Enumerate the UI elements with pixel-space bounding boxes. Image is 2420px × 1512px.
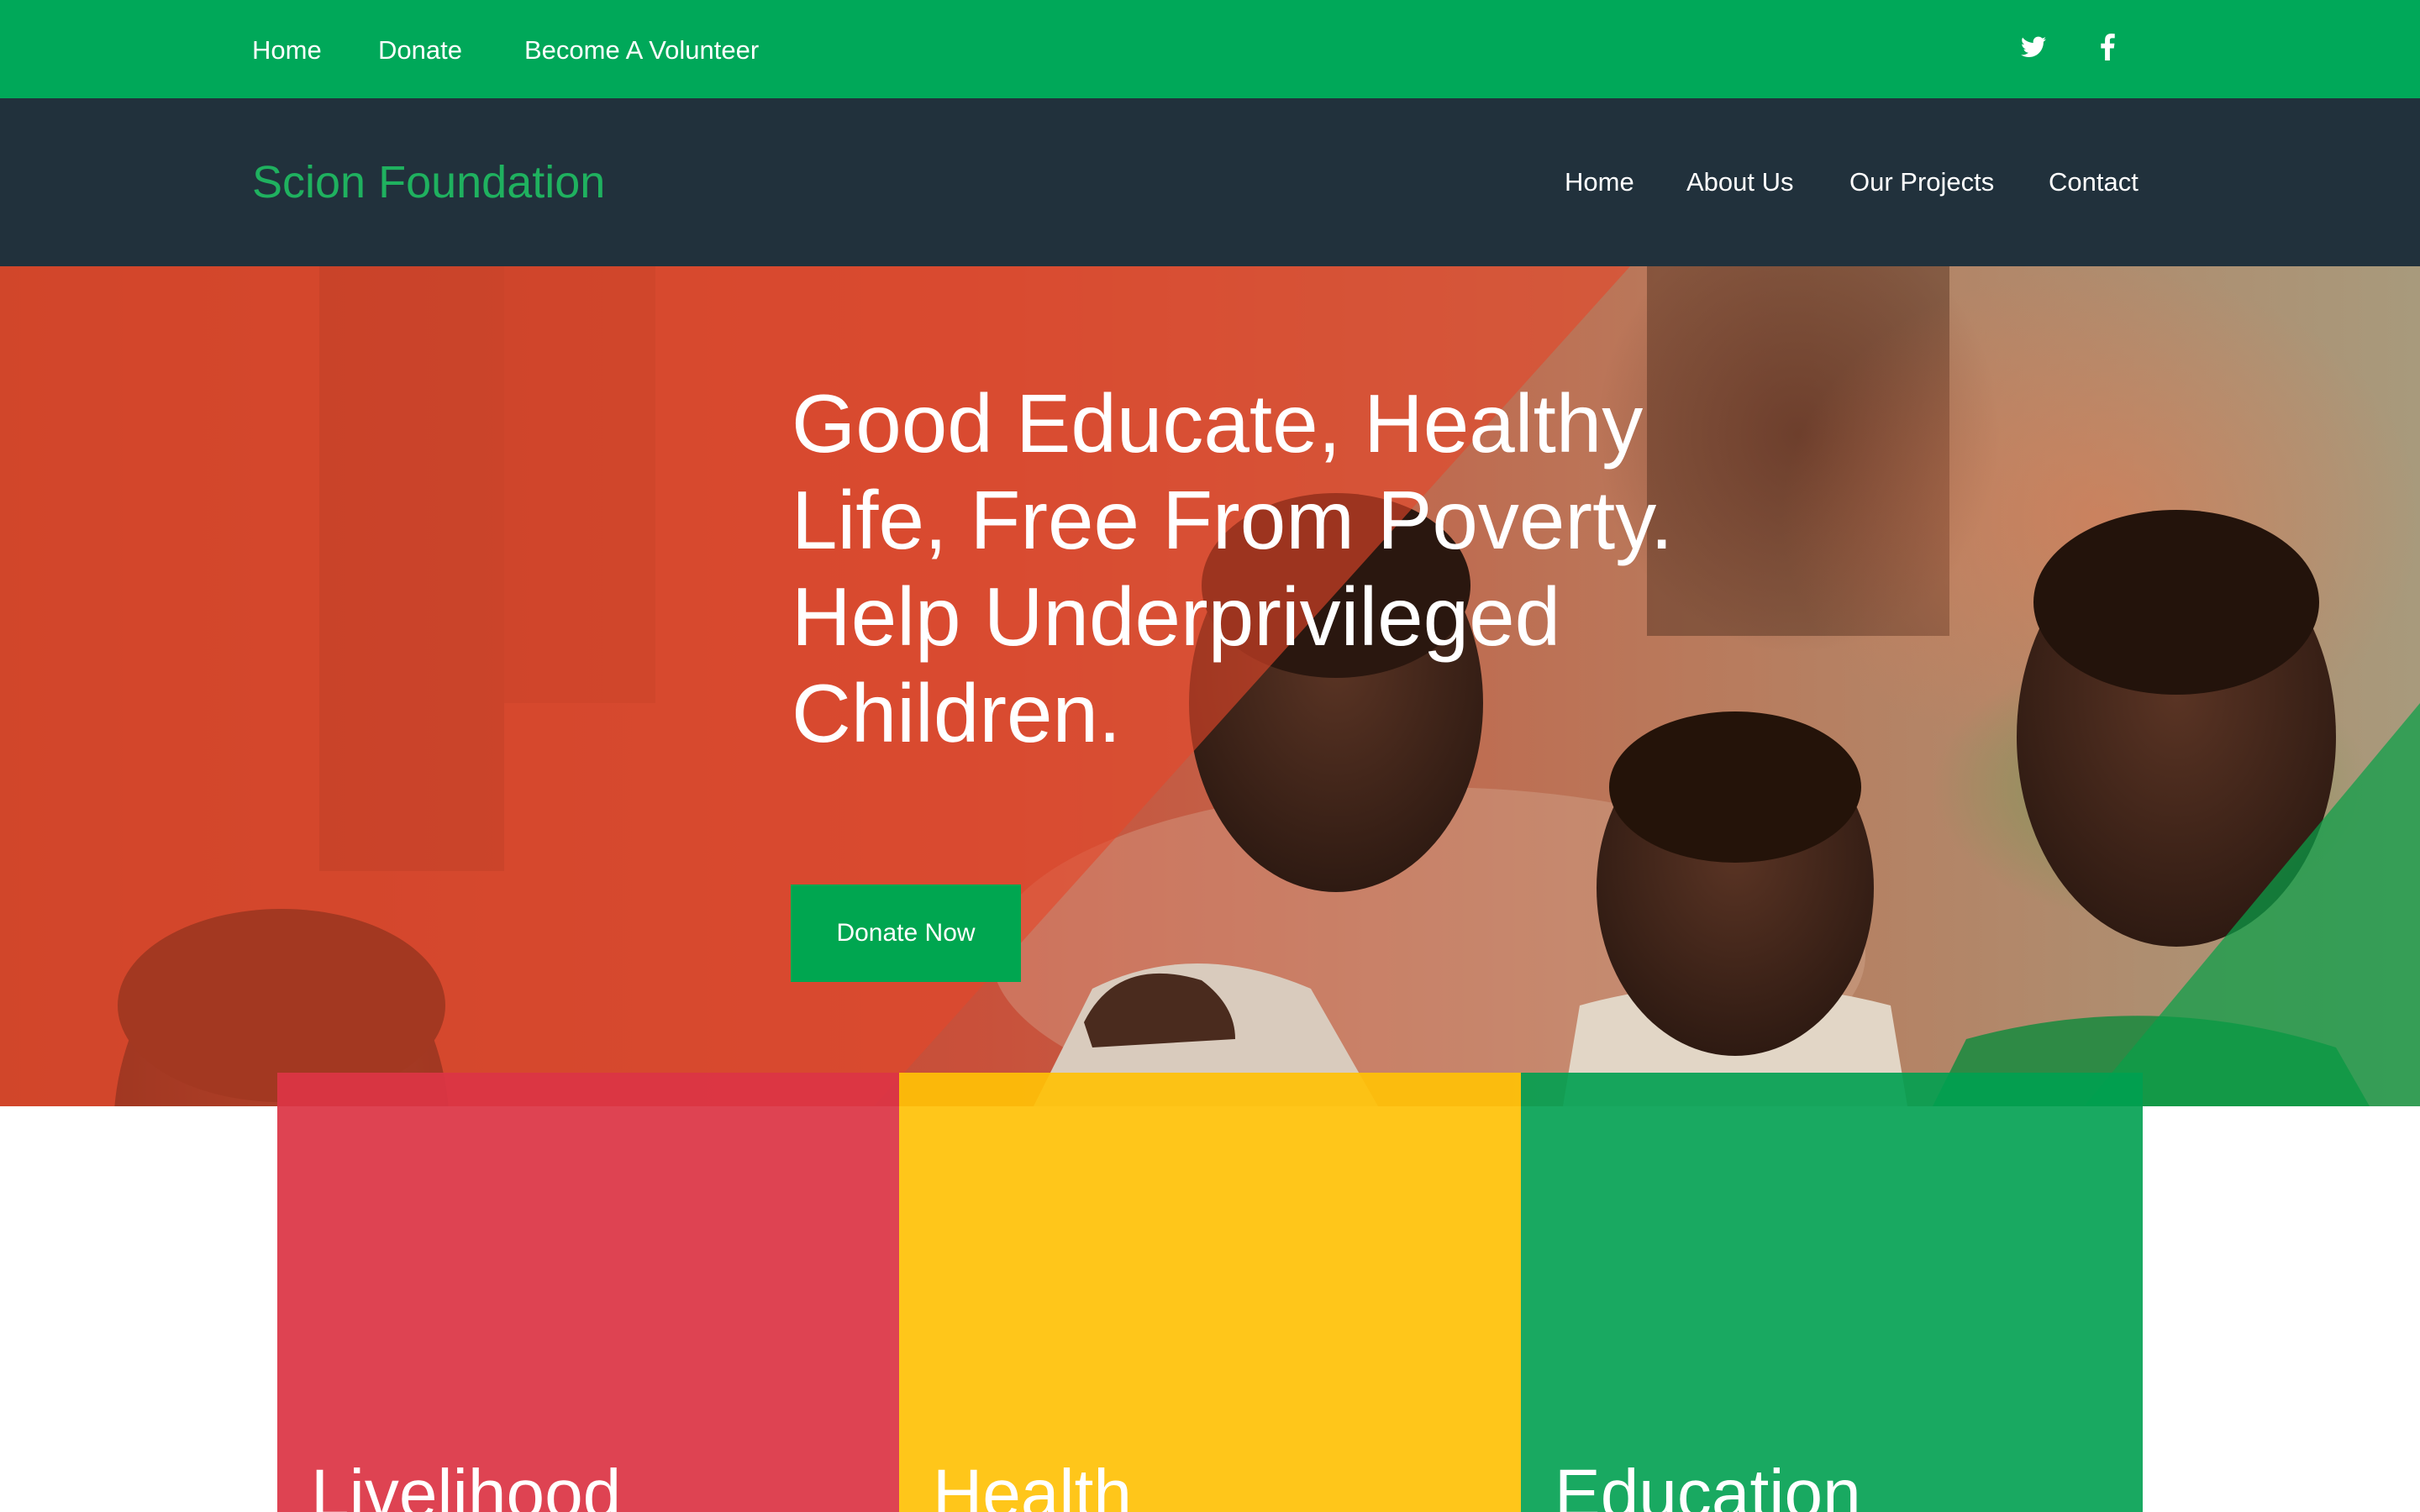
- main-header: Scion Foundation Home About Us Our Proje…: [0, 98, 2420, 266]
- nav-item-about-us[interactable]: About Us: [1686, 164, 1794, 201]
- nav-item-contact[interactable]: Contact: [2049, 164, 2139, 201]
- cause-card-title: Education: [1555, 1456, 1861, 1512]
- hero-section: Good Educate, Healthy Life, Free From Po…: [0, 266, 2420, 1106]
- cause-card-livelihood[interactable]: Livelihood: [277, 1073, 899, 1512]
- nav-item-home[interactable]: Home: [1565, 164, 1634, 201]
- top-link-home[interactable]: Home: [252, 32, 322, 69]
- cause-card-title: Livelihood: [311, 1456, 622, 1512]
- site-logo-text[interactable]: Scion Foundation: [252, 157, 605, 207]
- cause-card-title: Health: [933, 1456, 1133, 1512]
- hero-headline: Good Educate, Healthy Life, Free From Po…: [792, 377, 1674, 759]
- cause-card-health[interactable]: Health: [899, 1073, 1521, 1512]
- facebook-icon[interactable]: [2089, 29, 2126, 66]
- top-utility-bar: Home Donate Become A Volunteer: [0, 0, 2420, 98]
- nav-item-our-projects[interactable]: Our Projects: [1849, 164, 1994, 201]
- top-link-become-volunteer[interactable]: Become A Volunteer: [524, 32, 759, 69]
- donate-now-button[interactable]: Donate Now: [791, 885, 1021, 982]
- top-link-donate[interactable]: Donate: [378, 32, 462, 69]
- twitter-icon[interactable]: [2015, 29, 2052, 66]
- cause-card-education[interactable]: Education: [1521, 1073, 2143, 1512]
